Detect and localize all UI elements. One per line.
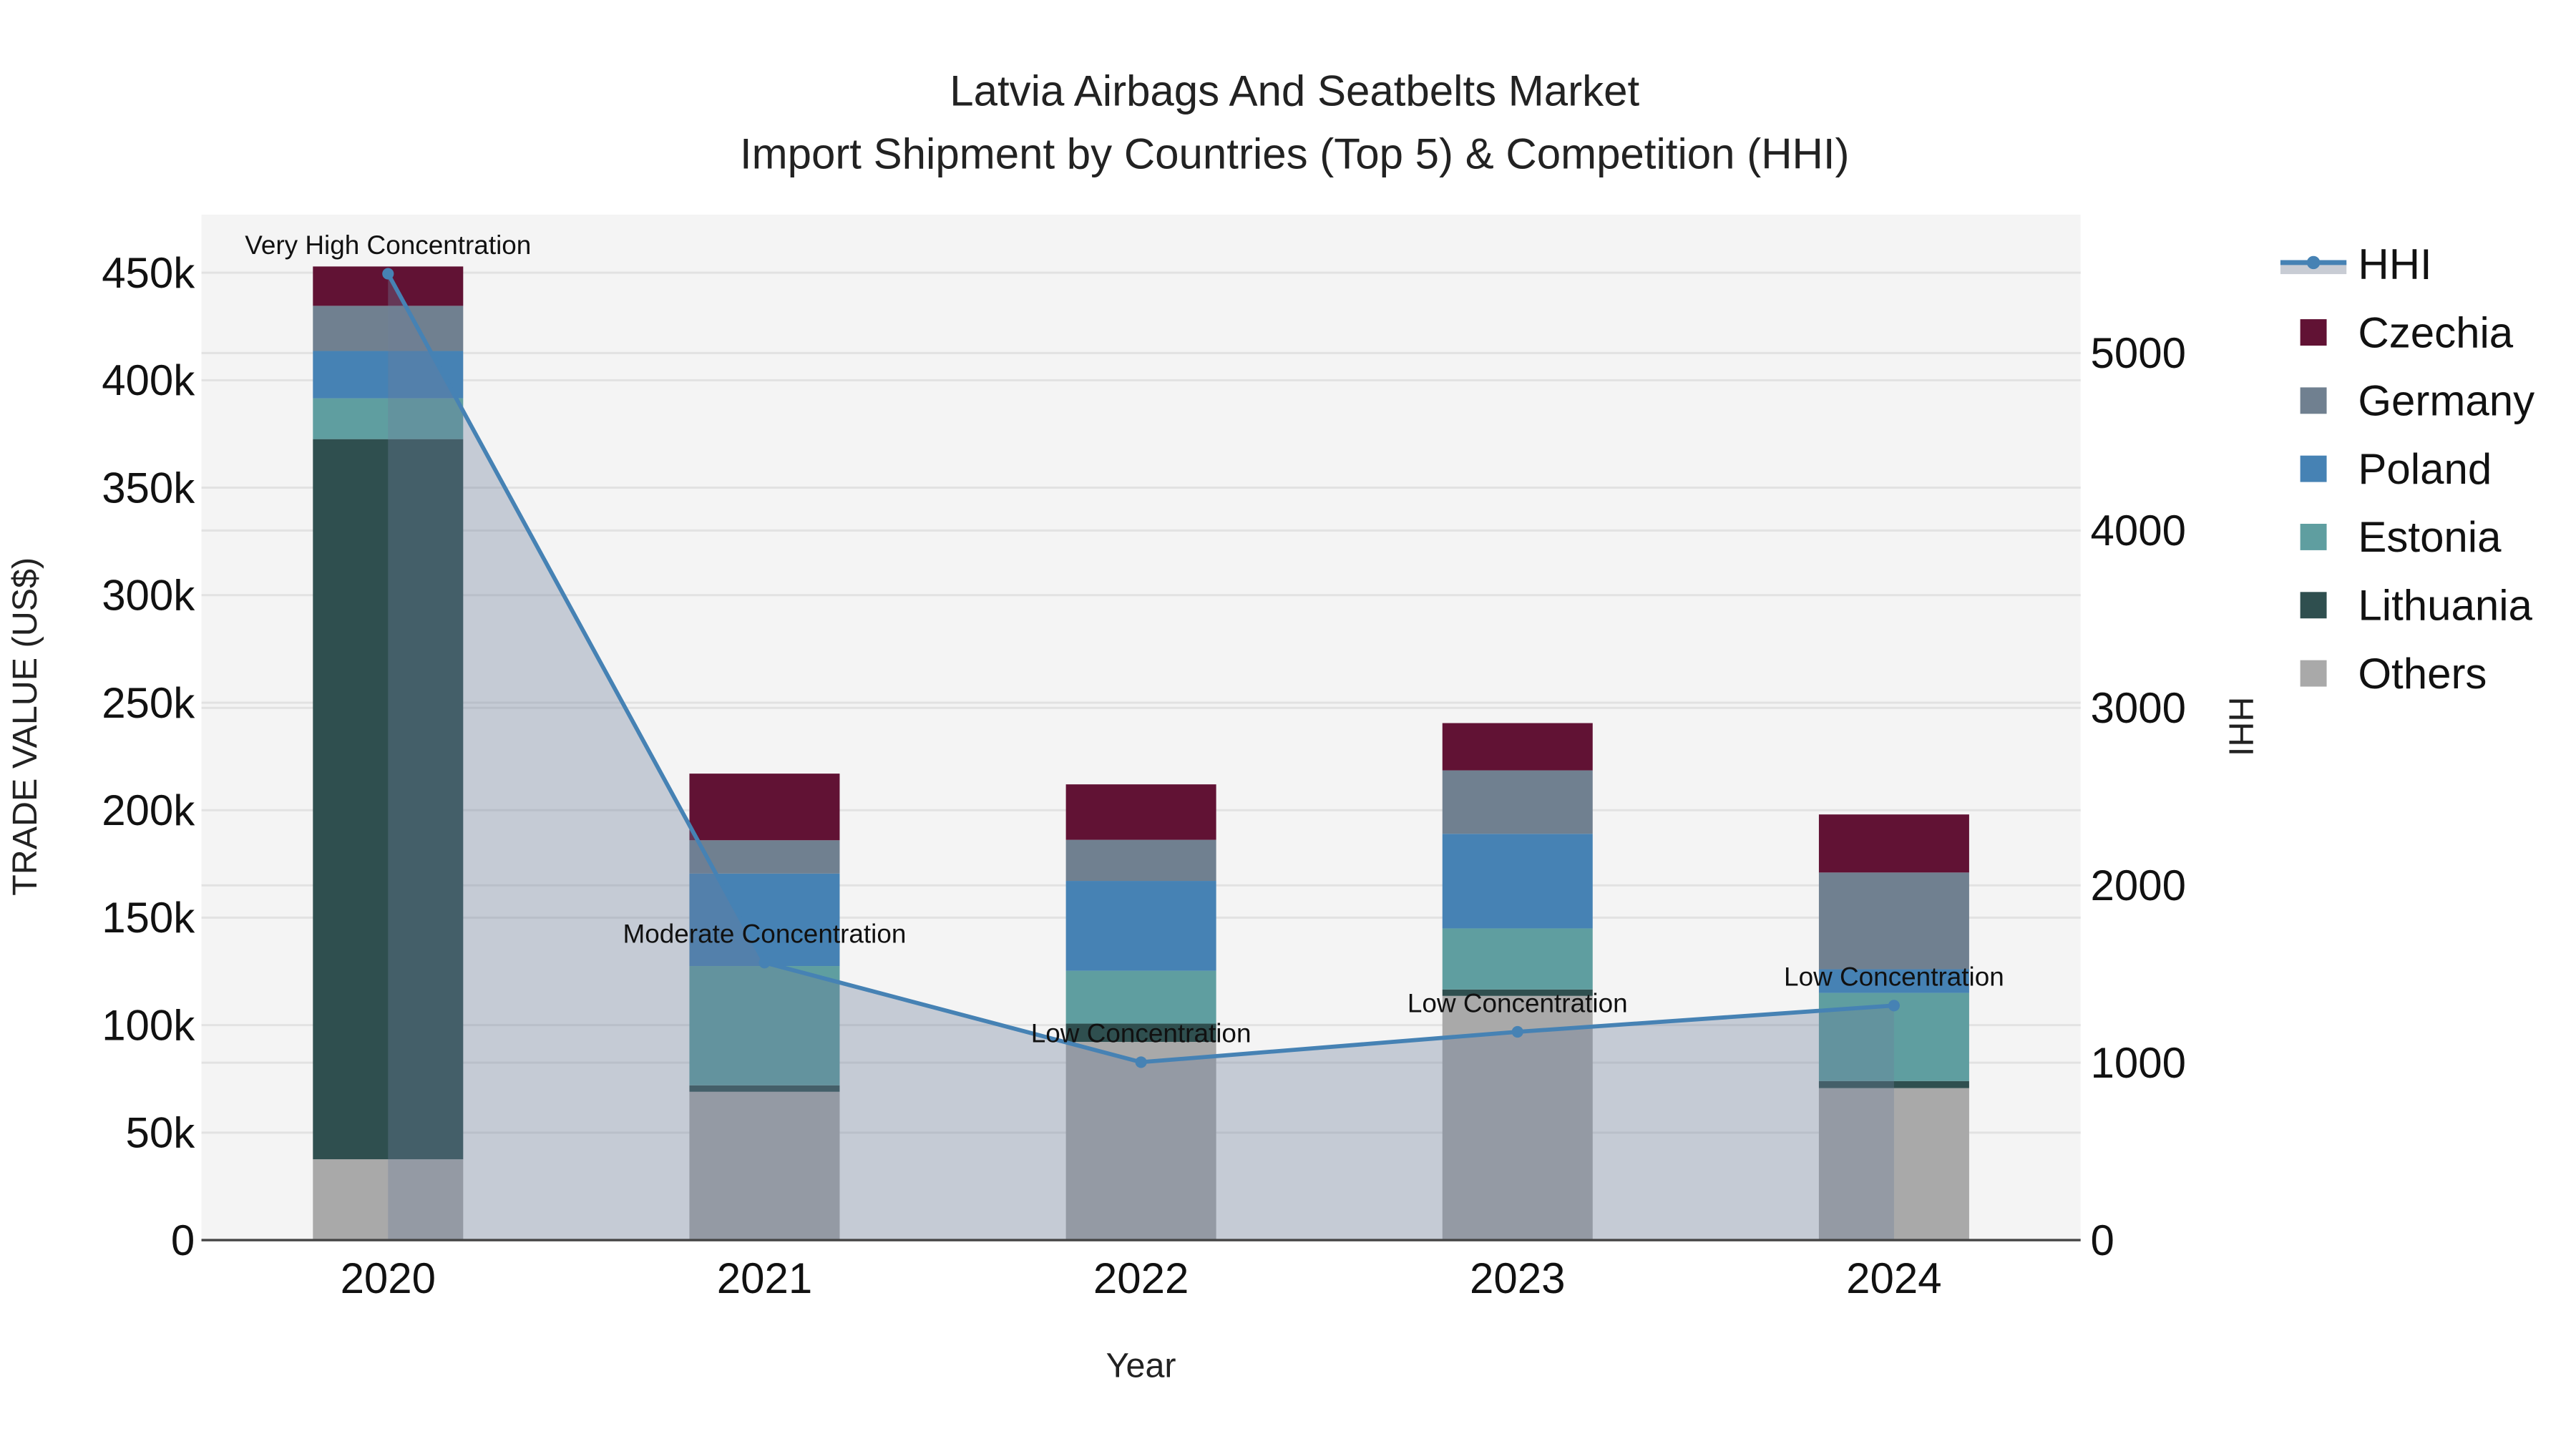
x-tick-label: 2023 (1470, 1254, 1565, 1302)
x-tick-label: 2022 (1093, 1254, 1189, 1302)
legend-marker (2306, 255, 2321, 270)
bar-czechia-2022[interactable] (1065, 784, 1216, 840)
legend-swatch (2300, 387, 2327, 414)
y2-axis-title: HHI (2221, 697, 2260, 756)
y-tick-label: 250k (102, 679, 195, 727)
legend-swatch (2300, 592, 2327, 619)
legend-label: Czechia (2358, 308, 2513, 356)
legend-swatch (2300, 660, 2327, 687)
hhi-annotation: Low Concentration (1031, 1019, 1252, 1048)
legend-label: Estonia (2358, 513, 2502, 561)
y-tick-label: 0 (171, 1216, 195, 1264)
bar-czechia-2024[interactable] (1818, 814, 1969, 873)
y2-tick-label: 1000 (2091, 1039, 2186, 1087)
y-tick-label: 450k (102, 249, 195, 297)
hhi-annotation: Very High Concentration (245, 230, 531, 260)
x-axis-title: Year (1106, 1347, 1176, 1385)
hhi-annotation: Moderate Concentration (623, 919, 906, 949)
hhi-point-2023[interactable] (1511, 1025, 1523, 1038)
bar-poland-2023[interactable] (1442, 834, 1593, 929)
x-tick-label: 2024 (1846, 1254, 1941, 1302)
legend-swatch (2300, 455, 2327, 482)
x-tick-label: 2021 (717, 1254, 812, 1302)
legend-label: Others (2358, 650, 2487, 698)
legend-label: Germany (2358, 377, 2534, 425)
y-tick-label: 200k (102, 786, 195, 834)
y2-tick-label: 3000 (2091, 684, 2186, 732)
chart-title-line2: Import Shipment by Countries (Top 5) & C… (740, 130, 1850, 177)
x-tick-label: 2020 (341, 1254, 436, 1302)
bar-germany-2023[interactable] (1442, 770, 1593, 834)
y2-tick-label: 0 (2091, 1216, 2114, 1264)
y-tick-label: 100k (102, 1001, 195, 1049)
chart: Very High Concentration Moderate Concentr… (0, 0, 2576, 1449)
bar-czechia-2021[interactable] (689, 774, 840, 841)
legend-label: HHI (2358, 240, 2431, 288)
hhi-annotation: Low Concentration (1784, 962, 2004, 992)
legend-label: Lithuania (2358, 582, 2532, 630)
hhi-annotation: Low Concentration (1407, 988, 1628, 1018)
hhi-point-2020[interactable] (382, 268, 394, 280)
legend-swatch (2300, 524, 2327, 550)
hhi-point-2024[interactable] (1888, 1000, 1900, 1012)
y-tick-label: 350k (102, 464, 195, 512)
y2-tick-label: 2000 (2091, 862, 2186, 909)
y-tick-label: 50k (126, 1109, 196, 1157)
y-tick-label: 300k (102, 572, 195, 620)
y-tick-label: 400k (102, 356, 195, 404)
legend-label: Poland (2358, 445, 2492, 493)
bar-germany-2024[interactable] (1818, 872, 1969, 970)
hhi-point-2021[interactable] (758, 957, 771, 969)
bar-estonia-2023[interactable] (1442, 928, 1593, 990)
y2-tick-label: 4000 (2091, 507, 2186, 555)
bar-czechia-2023[interactable] (1442, 723, 1593, 771)
bar-poland-2022[interactable] (1065, 881, 1216, 971)
legend-swatch (2300, 319, 2327, 346)
bar-germany-2022[interactable] (1065, 839, 1216, 882)
hhi-point-2022[interactable] (1135, 1056, 1147, 1068)
y-tick-label: 150k (102, 894, 195, 942)
bar-estonia-2022[interactable] (1065, 970, 1216, 1024)
y-axis-title: TRADE VALUE (US$) (6, 557, 44, 896)
chart-title-line1: Latvia Airbags And Seatbelts Market (950, 67, 1639, 115)
y2-tick-label: 5000 (2091, 329, 2186, 377)
